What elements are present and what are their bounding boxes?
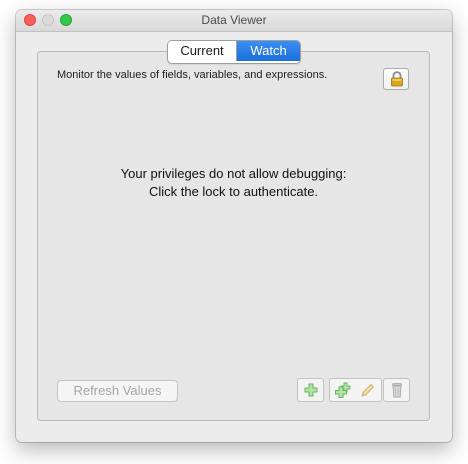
watch-panel xyxy=(37,51,430,421)
edit-button[interactable] xyxy=(355,378,382,402)
lock-button[interactable] xyxy=(383,68,409,90)
refresh-values-button[interactable]: Refresh Values xyxy=(57,380,178,402)
title-bar[interactable]: Data Viewer xyxy=(16,10,452,32)
add-icon xyxy=(304,383,318,397)
add-multiple-icon xyxy=(335,382,351,398)
delete-button[interactable] xyxy=(383,378,410,402)
permission-message: Your privileges do not allow debugging: … xyxy=(37,165,430,201)
tab-current[interactable]: Current xyxy=(168,41,237,61)
permission-message-line-1: Your privileges do not allow debugging: xyxy=(120,166,347,181)
window-title: Data Viewer xyxy=(201,13,267,27)
lock-icon xyxy=(391,71,403,87)
trash-icon xyxy=(392,383,402,398)
tab-watch[interactable]: Watch xyxy=(237,41,300,61)
view-mode-tabs: Current Watch xyxy=(167,40,301,64)
add-multiple-button[interactable] xyxy=(329,378,356,402)
panel-description: Monitor the values of fields, variables,… xyxy=(57,69,328,81)
pencil-icon xyxy=(361,383,375,397)
data-viewer-window: Data Viewer Current Watch Monitor the va… xyxy=(16,10,452,442)
permission-message-line-2: Click the lock to authenticate. xyxy=(148,184,319,199)
add-button[interactable] xyxy=(297,378,324,402)
